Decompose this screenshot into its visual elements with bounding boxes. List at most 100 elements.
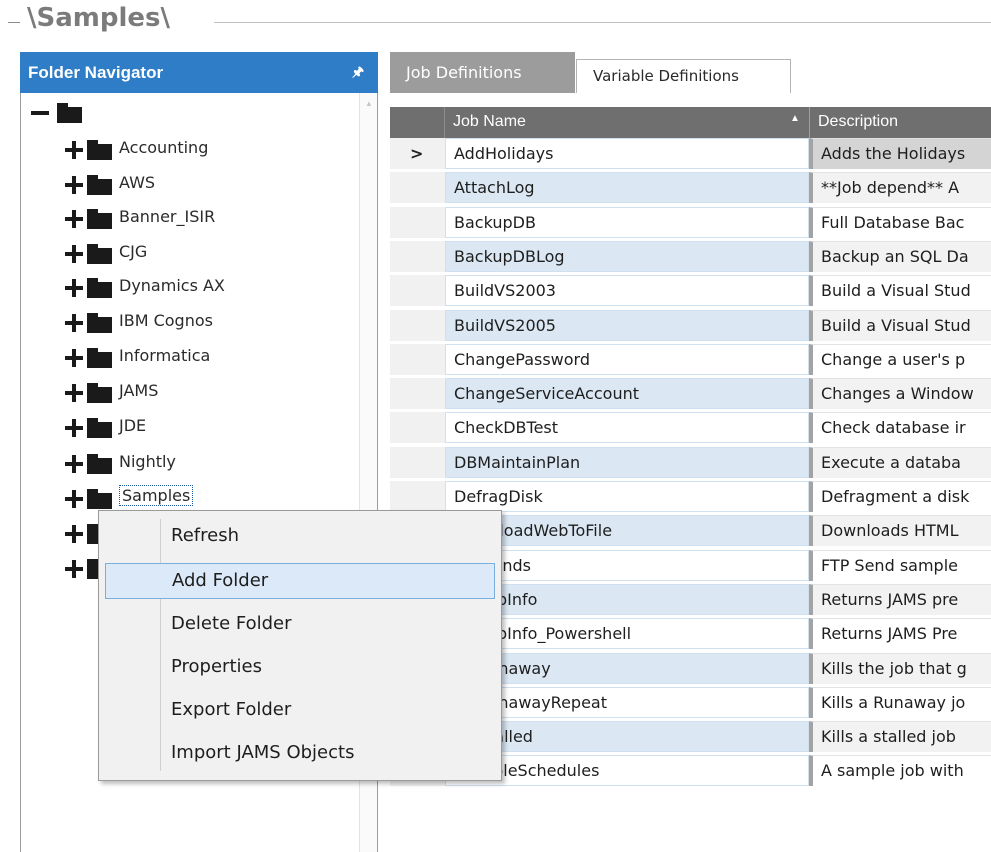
page-header: \Samples\ xyxy=(0,0,991,44)
expand-icon[interactable] xyxy=(65,454,85,474)
row-indicator[interactable] xyxy=(390,275,445,307)
menu-item-export-folder[interactable]: Export Folder xyxy=(105,693,495,729)
cell-description[interactable]: **Job depend** A xyxy=(809,172,991,204)
cell-description[interactable]: FTP Send sample xyxy=(809,549,991,581)
tab-bar: Job Definitions Variable Definitions xyxy=(390,52,991,93)
row-indicator[interactable] xyxy=(390,481,445,512)
cell-job-name[interactable]: CheckDBTest xyxy=(445,412,809,444)
cell-job-name[interactable]: BackupDB xyxy=(445,206,809,238)
row-indicator[interactable]: > xyxy=(390,138,445,169)
cell-description[interactable]: A sample job with xyxy=(809,755,991,787)
cell-job-name[interactable]: BackupDBLog xyxy=(445,240,809,272)
folder-icon xyxy=(87,244,112,264)
navigator-title: Folder Navigator xyxy=(28,63,164,82)
expand-icon[interactable] xyxy=(65,348,85,368)
cell-description[interactable]: Check database ir xyxy=(809,412,991,444)
row-indicator[interactable] xyxy=(390,343,445,375)
table-row[interactable]: BackupDB Full Database Bac xyxy=(390,206,991,238)
menu-item-refresh[interactable]: Refresh xyxy=(105,519,495,555)
navigator-title-bar: Folder Navigator 🖈 xyxy=(20,52,378,93)
cell-description[interactable]: Returns JAMS pre xyxy=(809,583,991,615)
expand-icon[interactable] xyxy=(65,140,85,160)
table-row[interactable]: DefragDisk Defragment a disk xyxy=(390,481,991,512)
menu-item-add-folder[interactable]: Add Folder xyxy=(105,563,495,599)
table-row[interactable]: ChangeServiceAccount Changes a Window xyxy=(390,378,991,410)
row-indicator[interactable] xyxy=(390,378,445,410)
menu-item-delete-folder[interactable]: Delete Folder xyxy=(105,607,495,643)
row-indicator[interactable] xyxy=(390,309,445,341)
row-indicator[interactable] xyxy=(390,446,445,478)
cell-description[interactable]: Build a Visual Stud xyxy=(809,275,991,307)
table-row[interactable]: > AddHolidays Adds the Holidays xyxy=(390,138,991,169)
cell-job-name[interactable]: AddHolidays xyxy=(445,138,809,169)
menu-item-properties[interactable]: Properties xyxy=(105,650,495,686)
cell-job-name[interactable]: BuildVS2005 xyxy=(445,309,809,341)
tree-item-label: Accounting xyxy=(119,138,209,157)
folder-icon xyxy=(87,418,112,438)
table-row[interactable]: AttachLog **Job depend** A xyxy=(390,172,991,204)
cell-description[interactable]: Backup an SQL Da xyxy=(809,240,991,272)
table-row[interactable]: BuildVS2005 Build a Visual Stud xyxy=(390,309,991,341)
table-row[interactable]: CheckDBTest Check database ir xyxy=(390,412,991,444)
folder-icon xyxy=(57,103,82,123)
table-row[interactable]: BackupDBLog Backup an SQL Da xyxy=(390,240,991,272)
pin-icon[interactable]: 🖈 xyxy=(352,63,364,85)
cell-description[interactable]: Defragment a disk xyxy=(809,481,991,512)
cell-description[interactable]: Returns JAMS Pre xyxy=(809,618,991,650)
cell-job-name[interactable]: ChangePassword xyxy=(445,343,809,375)
tab-job-definitions[interactable]: Job Definitions xyxy=(390,52,575,93)
scroll-up-icon[interactable]: ▲ xyxy=(365,99,373,108)
cell-description[interactable]: Downloads HTML xyxy=(809,515,991,547)
row-indicator[interactable] xyxy=(390,172,445,204)
expand-icon[interactable] xyxy=(65,278,85,298)
cell-job-name[interactable]: AttachLog xyxy=(445,172,809,204)
expand-icon[interactable] xyxy=(65,559,85,579)
expand-icon[interactable] xyxy=(65,383,85,403)
cell-job-name[interactable]: BuildVS2003 xyxy=(445,275,809,307)
cell-description[interactable]: Adds the Holidays xyxy=(809,138,991,169)
row-indicator[interactable] xyxy=(390,240,445,272)
cell-description[interactable]: Build a Visual Stud xyxy=(809,309,991,341)
table-row[interactable]: ChangePassword Change a user's p xyxy=(390,343,991,375)
collapse-icon[interactable] xyxy=(31,103,51,123)
cell-job-name[interactable]: ChangeServiceAccount xyxy=(445,378,809,410)
table-row[interactable]: DBMaintainPlan Execute a databa xyxy=(390,446,991,478)
folder-icon xyxy=(87,209,112,229)
page-title: \Samples\ xyxy=(27,3,170,33)
folder-icon xyxy=(87,489,112,509)
row-indicator[interactable] xyxy=(390,206,445,238)
expand-icon[interactable] xyxy=(65,418,85,438)
table-row[interactable]: BuildVS2003 Build a Visual Stud xyxy=(390,275,991,307)
menu-gutter xyxy=(160,519,161,771)
folder-icon xyxy=(87,383,112,403)
tree-item-label: JAMS xyxy=(119,381,159,400)
cell-description[interactable]: Kills the job that g xyxy=(809,652,991,684)
cell-description[interactable]: Kills a stalled job xyxy=(809,721,991,753)
cell-description[interactable]: Change a user's p xyxy=(809,343,991,375)
header-separator xyxy=(444,107,445,138)
folder-icon xyxy=(87,278,112,298)
cell-description[interactable]: Execute a databa xyxy=(809,446,991,478)
expand-icon[interactable] xyxy=(65,524,85,544)
expand-icon[interactable] xyxy=(65,313,85,333)
row-indicator[interactable] xyxy=(390,412,445,444)
tree-item-label: AWS xyxy=(119,173,156,192)
context-menu: Refresh Add Folder Delete Folder Propert… xyxy=(98,510,502,781)
column-header-job-name[interactable]: Job Name xyxy=(453,113,526,131)
cell-job-name[interactable]: DBMaintainPlan xyxy=(445,446,809,478)
menu-item-import-jams-objects[interactable]: Import JAMS Objects xyxy=(105,736,495,772)
tab-variable-definitions[interactable]: Variable Definitions xyxy=(576,59,791,93)
grid-header: Job Name ▲ Description xyxy=(390,107,991,138)
tree-item-label: Nightly xyxy=(119,452,176,471)
expand-icon[interactable] xyxy=(65,209,85,229)
expand-icon[interactable] xyxy=(65,244,85,264)
expand-icon[interactable] xyxy=(65,489,85,509)
column-header-description[interactable]: Description xyxy=(818,113,898,131)
expand-icon[interactable] xyxy=(65,175,85,195)
cell-description[interactable]: Kills a Runaway jo xyxy=(809,686,991,718)
folder-icon xyxy=(87,348,112,368)
tree-item-label: Informatica xyxy=(119,346,211,365)
cell-description[interactable]: Full Database Bac xyxy=(809,206,991,238)
cell-description[interactable]: Changes a Window xyxy=(809,378,991,410)
cell-job-name[interactable]: DefragDisk xyxy=(445,481,809,512)
